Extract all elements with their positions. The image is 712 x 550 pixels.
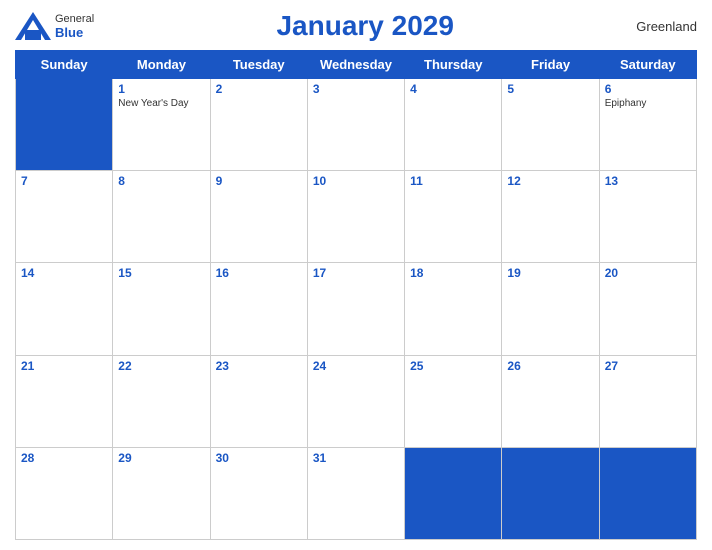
calendar-cell: 4 xyxy=(405,79,502,171)
calendar-cell: 11 xyxy=(405,171,502,263)
weekday-header-monday: Monday xyxy=(113,51,210,79)
calendar-cell: 3 xyxy=(307,79,404,171)
calendar-week-row: 789 10 11 12 13 xyxy=(16,171,697,263)
day-number: 8 xyxy=(118,174,204,188)
day-number: 22 xyxy=(118,359,204,373)
calendar-week-row: 1 New Year's Day 23456 Epiphany xyxy=(16,79,697,171)
logo-text: General Blue xyxy=(55,13,94,40)
calendar-cell: 25 xyxy=(405,355,502,447)
weekday-header-row: SundayMondayTuesdayWednesdayThursdayFrid… xyxy=(16,51,697,79)
day-number: 24 xyxy=(313,359,399,373)
day-number: 19 xyxy=(507,266,593,280)
day-number: 5 xyxy=(507,82,593,96)
calendar-cell: 5 xyxy=(502,79,599,171)
calendar-cell xyxy=(405,447,502,539)
calendar-cell: 9 xyxy=(210,171,307,263)
day-number: 27 xyxy=(605,359,691,373)
day-number: 4 xyxy=(410,82,496,96)
day-number: 12 xyxy=(507,174,593,188)
weekday-header-saturday: Saturday xyxy=(599,51,696,79)
calendar-cell: 10 xyxy=(307,171,404,263)
calendar-week-row: 28 29 30 31 xyxy=(16,447,697,539)
day-number: 7 xyxy=(21,174,107,188)
weekday-header-wednesday: Wednesday xyxy=(307,51,404,79)
calendar-cell: 26 xyxy=(502,355,599,447)
calendar-cell: 27 xyxy=(599,355,696,447)
calendar-cell: 21 xyxy=(16,355,113,447)
day-number: 6 xyxy=(605,82,691,96)
holiday-name: New Year's Day xyxy=(118,98,204,109)
day-number: 15 xyxy=(118,266,204,280)
day-number: 16 xyxy=(216,266,302,280)
day-number: 13 xyxy=(605,174,691,188)
day-number: 1 xyxy=(118,82,204,96)
day-number: 28 xyxy=(21,451,107,465)
calendar-cell: 30 xyxy=(210,447,307,539)
day-number: 11 xyxy=(410,174,496,188)
day-number: 3 xyxy=(313,82,399,96)
calendar-title: January 2029 xyxy=(276,10,453,42)
logo: General Blue xyxy=(15,12,94,40)
calendar-cell xyxy=(16,79,113,171)
calendar-cell: 22 xyxy=(113,355,210,447)
calendar-cell: 12 xyxy=(502,171,599,263)
calendar-week-row: 14 15 16 17 18 19 20 xyxy=(16,263,697,355)
weekday-header-tuesday: Tuesday xyxy=(210,51,307,79)
day-number: 20 xyxy=(605,266,691,280)
calendar-cell xyxy=(502,447,599,539)
holiday-name: Epiphany xyxy=(605,98,691,109)
weekday-header-sunday: Sunday xyxy=(16,51,113,79)
day-number: 10 xyxy=(313,174,399,188)
calendar-cell: 2 xyxy=(210,79,307,171)
day-number: 17 xyxy=(313,266,399,280)
calendar-table: SundayMondayTuesdayWednesdayThursdayFrid… xyxy=(15,50,697,540)
calendar-cell: 23 xyxy=(210,355,307,447)
day-number: 14 xyxy=(21,266,107,280)
day-number: 18 xyxy=(410,266,496,280)
calendar-cell: 6 Epiphany xyxy=(599,79,696,171)
calendar-cell: 1 New Year's Day xyxy=(113,79,210,171)
calendar-cell: 15 xyxy=(113,263,210,355)
calendar-week-row: 21 22 23 24 25 26 27 xyxy=(16,355,697,447)
calendar-cell: 31 xyxy=(307,447,404,539)
calendar-cell: 16 xyxy=(210,263,307,355)
day-number: 25 xyxy=(410,359,496,373)
logo-icon xyxy=(15,12,51,40)
day-number: 9 xyxy=(216,174,302,188)
day-number: 2 xyxy=(216,82,302,96)
calendar-cell: 18 xyxy=(405,263,502,355)
calendar-cell: 13 xyxy=(599,171,696,263)
calendar-cell: 14 xyxy=(16,263,113,355)
calendar-cell xyxy=(599,447,696,539)
day-number: 30 xyxy=(216,451,302,465)
calendar-cell: 29 xyxy=(113,447,210,539)
calendar-cell: 8 xyxy=(113,171,210,263)
day-number: 23 xyxy=(216,359,302,373)
day-number: 26 xyxy=(507,359,593,373)
logo-blue-text: Blue xyxy=(55,25,83,40)
calendar-cell: 17 xyxy=(307,263,404,355)
day-number: 21 xyxy=(21,359,107,373)
day-number: 29 xyxy=(118,451,204,465)
calendar-cell: 28 xyxy=(16,447,113,539)
day-number: 31 xyxy=(313,451,399,465)
logo-general-text: General xyxy=(55,13,94,25)
calendar-cell: 24 xyxy=(307,355,404,447)
weekday-header-thursday: Thursday xyxy=(405,51,502,79)
weekday-header-friday: Friday xyxy=(502,51,599,79)
calendar-cell: 19 xyxy=(502,263,599,355)
calendar-header: General Blue January 2029 Greenland xyxy=(15,10,697,42)
region-label: Greenland xyxy=(636,19,697,34)
calendar-cell: 7 xyxy=(16,171,113,263)
calendar-cell: 20 xyxy=(599,263,696,355)
